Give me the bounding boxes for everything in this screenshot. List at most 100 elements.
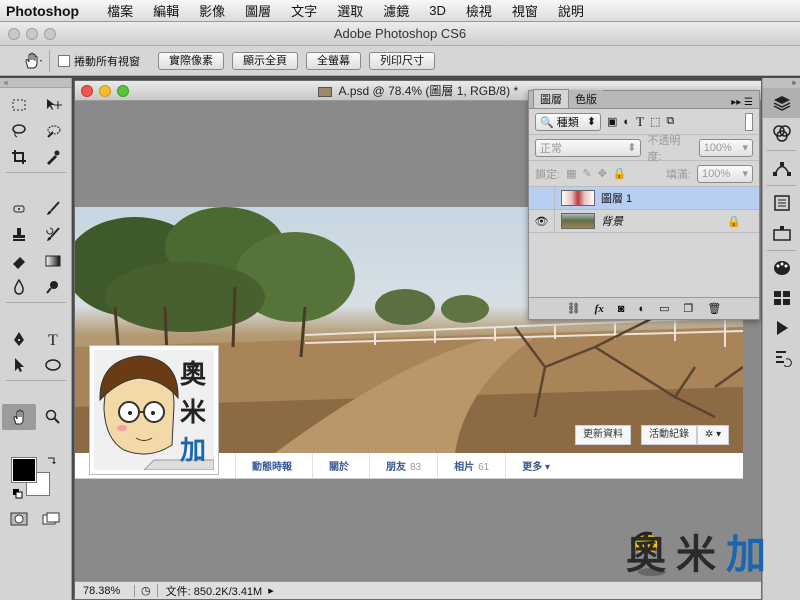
screen-mode-button[interactable] (42, 512, 60, 529)
move-tool[interactable] (36, 92, 70, 118)
filter-kind-select[interactable]: 🔍 種類 ⬍ (535, 112, 601, 131)
swap-colors-icon[interactable] (46, 456, 58, 471)
menu-3d[interactable]: 3D (419, 3, 456, 18)
scroll-all-windows-checkbox[interactable]: 捲動所有視窗 (58, 53, 140, 69)
adjustments-panel-button[interactable] (763, 218, 800, 248)
minimize-window-button[interactable] (26, 28, 38, 40)
menu-layer[interactable]: 圖層 (235, 1, 281, 20)
history-panel-button[interactable] (763, 343, 800, 373)
update-info-button[interactable]: 更新資料 (575, 425, 631, 445)
eraser-tool[interactable] (2, 248, 36, 274)
layer-name[interactable]: 背景 (601, 213, 623, 229)
tool-preset-picker[interactable] (16, 49, 50, 72)
properties-panel-button[interactable] (763, 188, 800, 218)
menu-file[interactable]: 檔案 (97, 1, 143, 20)
swatches-panel-button[interactable] (763, 283, 800, 313)
close-document-button[interactable] (81, 85, 93, 97)
menu-window[interactable]: 視窗 (502, 1, 548, 20)
eyedropper-tool[interactable] (36, 144, 70, 170)
path-selection-tool[interactable] (2, 352, 36, 378)
zoom-window-button[interactable] (44, 28, 56, 40)
filter-shape-icon[interactable]: ⬚ (650, 115, 660, 128)
menu-edit[interactable]: 編輯 (143, 1, 189, 20)
brush-tool[interactable] (36, 196, 70, 222)
opacity-field[interactable]: 100% ▾ (698, 138, 753, 157)
menu-type[interactable]: 文字 (281, 1, 327, 20)
marquee-tool[interactable] (2, 92, 36, 118)
tools-panel-collapse[interactable]: « (0, 78, 71, 88)
checkbox-box[interactable] (58, 54, 70, 67)
zoom-tool[interactable] (36, 404, 70, 430)
filter-toggle[interactable] (745, 112, 753, 131)
lock-pixels-icon[interactable]: ✎ (582, 167, 591, 180)
status-arrow-icon[interactable]: ▸ (268, 584, 274, 597)
menu-view[interactable]: 檢視 (456, 1, 502, 20)
layer-row-background[interactable]: 👁 背景 🔒 (529, 209, 759, 233)
spot-healing-tool[interactable] (2, 196, 36, 222)
lock-transparency-icon[interactable]: ▦ (566, 167, 576, 180)
quick-mask-button[interactable] (10, 512, 28, 529)
filter-pixel-icon[interactable]: ▣ (607, 115, 617, 128)
shape-tool[interactable] (36, 352, 70, 378)
tab-photos[interactable]: 相片 61 (437, 453, 505, 478)
menu-image[interactable]: 影像 (189, 1, 235, 20)
minimize-document-button[interactable] (99, 85, 111, 97)
app-menu[interactable]: Photoshop (0, 3, 97, 19)
lock-all-icon[interactable]: 🔒 (613, 167, 627, 180)
clone-stamp-tool[interactable] (2, 222, 36, 248)
close-window-button[interactable] (8, 28, 20, 40)
actual-pixels-button[interactable]: 實際像素 (158, 51, 224, 70)
tab-about[interactable]: 關於 (312, 453, 369, 478)
paths-panel-button[interactable] (763, 153, 800, 183)
filter-type-icon[interactable]: T (636, 114, 644, 130)
tab-timeline[interactable]: 動態時報 (235, 453, 312, 478)
print-size-button[interactable]: 列印尺寸 (369, 51, 435, 70)
link-layers-icon[interactable]: ⛓ (567, 302, 581, 315)
default-colors-icon[interactable] (12, 488, 24, 503)
foreground-color-swatch[interactable] (11, 457, 37, 483)
add-mask-icon[interactable]: ◙ (618, 303, 625, 315)
new-layer-icon[interactable]: ❐ (684, 302, 694, 315)
settings-gear-button[interactable]: ✲ ▾ (697, 425, 730, 445)
fill-field[interactable]: 100% ▾ (697, 164, 753, 183)
type-tool[interactable]: T (36, 326, 70, 352)
activity-log-button[interactable]: 活動紀錄 (641, 425, 697, 445)
filter-smart-object-icon[interactable]: ⧉ (666, 115, 674, 128)
trash-icon[interactable]: 🗑 (707, 302, 721, 315)
profile-avatar[interactable]: 奧 米 加 (89, 345, 219, 475)
history-brush-tool[interactable] (36, 222, 70, 248)
blur-tool[interactable] (2, 274, 36, 300)
tab-friends[interactable]: 朋友 83 (369, 453, 437, 478)
blend-mode-select[interactable]: 正常 ⬍ (535, 138, 642, 157)
adjustment-layer-icon[interactable]: ◐ (638, 303, 645, 315)
dodge-tool[interactable] (36, 274, 70, 300)
layer-row-layer1[interactable]: 圖層 1 (529, 186, 759, 210)
filter-adjustment-icon[interactable]: ◐ (623, 116, 630, 128)
visibility-toggle[interactable] (529, 186, 555, 210)
new-group-icon[interactable]: ▭ (659, 302, 669, 315)
status-menu-icon[interactable]: ◷ (135, 584, 158, 597)
eye-icon[interactable]: 👁 (529, 209, 555, 233)
dock-collapse[interactable]: » (763, 78, 800, 88)
menu-filter[interactable]: 濾鏡 (373, 1, 419, 20)
crop-tool[interactable] (2, 144, 36, 170)
menu-help[interactable]: 說明 (548, 1, 594, 20)
layer-style-icon[interactable]: fx (595, 303, 604, 315)
layer-name[interactable]: 圖層 1 (601, 190, 632, 206)
zoom-level-field[interactable]: 78.38% (75, 584, 135, 597)
gradient-tool[interactable] (36, 248, 70, 274)
tab-layers[interactable]: 圖層 (533, 89, 569, 108)
lock-position-icon[interactable]: ✥ (598, 167, 607, 180)
tab-more[interactable]: 更多 ▾ (505, 453, 570, 478)
color-panel-button[interactable] (763, 253, 800, 283)
channels-panel-button[interactable] (763, 118, 800, 148)
pen-tool[interactable] (2, 326, 36, 352)
zoom-document-button[interactable] (117, 85, 129, 97)
layers-panel-button[interactable] (763, 88, 800, 118)
actions-panel-button[interactable] (763, 313, 800, 343)
panel-menu-icon[interactable]: ▸▸ ☰ (725, 97, 759, 108)
menu-select[interactable]: 選取 (327, 1, 373, 20)
fit-screen-button[interactable]: 顯示全頁 (232, 51, 298, 70)
quick-selection-tool[interactable] (36, 118, 70, 144)
lasso-tool[interactable] (2, 118, 36, 144)
